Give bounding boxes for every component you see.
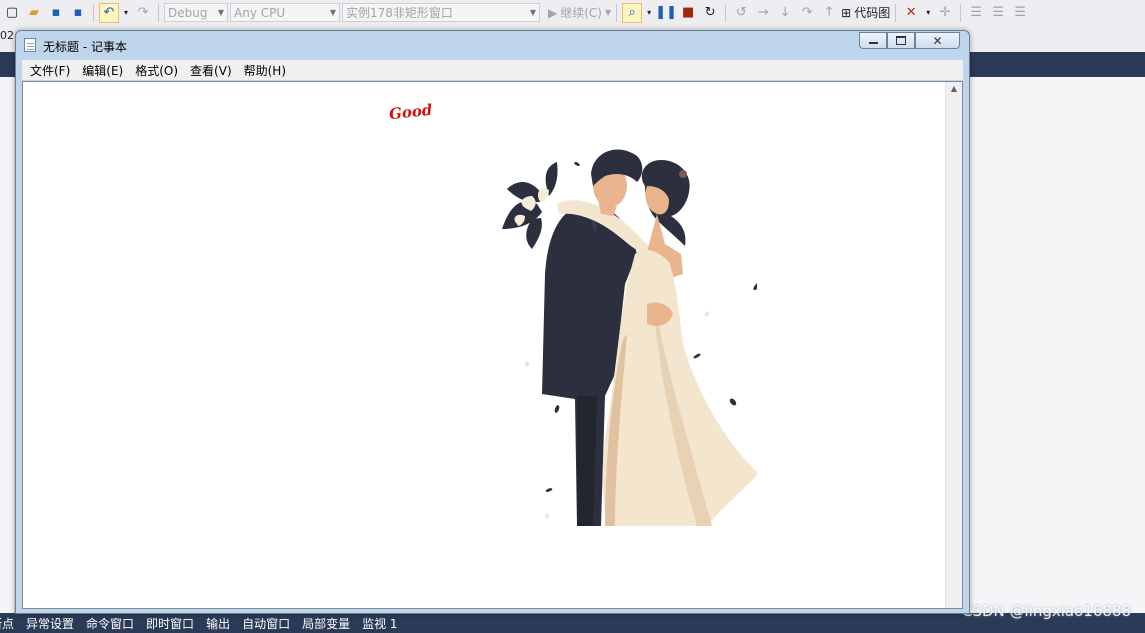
restart-icon[interactable]: ↻ [700, 3, 720, 23]
menu-edit[interactable]: 编辑(E) [76, 62, 129, 79]
minimize-button[interactable] [859, 32, 887, 49]
chevron-down-icon: ▼ [529, 8, 536, 17]
tab-breakpoints[interactable]: 断点 [0, 615, 14, 632]
solution-configuration-combo[interactable]: Debug ▼ [164, 3, 228, 22]
bride [602, 160, 757, 526]
tab-exception-settings[interactable]: 异常设置 [26, 615, 74, 632]
step-out-icon[interactable]: ↑ [819, 3, 839, 23]
align-right-icon[interactable]: ☰ [1010, 3, 1030, 23]
close-button[interactable]: ✕ [915, 32, 960, 49]
find-icon[interactable]: ⌕ [622, 2, 643, 23]
redo-icon[interactable]: ↷ [133, 3, 153, 23]
bouquet [502, 162, 558, 249]
vertical-scrollbar[interactable]: ▲ [945, 82, 962, 608]
tab-command-window[interactable]: 命令窗口 [86, 615, 134, 632]
open-folder-icon[interactable]: ▰ [24, 3, 44, 23]
separator [895, 3, 897, 22]
chevron-down-icon: ▼ [329, 8, 336, 17]
menu-help[interactable]: 帮助(H) [238, 62, 292, 79]
good-text: Good [388, 100, 434, 124]
code-map-label: 代码图 [854, 6, 891, 20]
step-back-icon[interactable]: ↷ [797, 3, 817, 23]
tab-output[interactable]: 输出 [206, 615, 230, 632]
minimize-icon [868, 42, 878, 44]
document-tab-stub[interactable]: 02 [0, 29, 16, 45]
watermark-text: CSDN @lingxiao16888 [961, 602, 1131, 620]
save-all-icon[interactable]: ▪ [68, 3, 88, 23]
separator [616, 3, 618, 22]
tab-immediate-window[interactable]: 即时窗口 [146, 615, 194, 632]
chevron-down-icon: ▼ [217, 8, 224, 17]
separator [158, 3, 159, 22]
find-dropdown-icon[interactable]: ▾ [644, 3, 654, 23]
pause-icon[interactable]: ❚❚ [655, 3, 677, 23]
step-into-icon[interactable]: ↓ [775, 3, 795, 23]
tab-locals[interactable]: 局部变量 [302, 615, 350, 632]
notepad-window: 无标题 - 记事本 ✕ 文件(F) 编辑(E) 格式(O) 查看(V) 帮助(H… [15, 30, 970, 614]
right-tool-panel [970, 77, 1145, 613]
chevron-down-icon: ▼ [604, 8, 612, 17]
window-title: 无标题 - 记事本 [43, 40, 127, 54]
show-next-statement-icon[interactable]: ↺ [731, 3, 751, 23]
align-left-icon[interactable]: ☰ [966, 3, 986, 23]
new-project-icon[interactable]: ▢ [2, 3, 22, 23]
exception-settings-icon[interactable]: ✕ [901, 3, 921, 23]
separator [725, 3, 727, 22]
tab-autos[interactable]: 自动窗口 [242, 615, 290, 632]
stop-icon[interactable]: ■ [678, 3, 698, 23]
separator [960, 3, 962, 22]
notepad-text-area[interactable]: Good ▲ [22, 81, 963, 609]
undo-icon[interactable]: ↶ [99, 2, 119, 23]
menu-format[interactable]: 格式(O) [129, 62, 184, 79]
notepad-app-icon[interactable] [24, 38, 36, 52]
exception-dropdown-icon[interactable]: ▾ [923, 3, 933, 23]
code-map-icon: ⊞ [841, 5, 852, 20]
add-breakpoint-icon[interactable]: ✛ [935, 3, 955, 23]
combo-value: Debug [168, 5, 208, 20]
continue-button[interactable]: ▶ 继续(C) ▼ [548, 4, 611, 21]
close-icon: ✕ [932, 33, 943, 48]
separator [93, 3, 94, 22]
combo-value: Any CPU [234, 5, 286, 20]
maximize-button[interactable] [887, 32, 915, 49]
save-icon[interactable]: ▪ [46, 3, 66, 23]
align-center-icon[interactable]: ☰ [988, 3, 1008, 23]
continue-label: 继续(C) [560, 6, 602, 20]
combo-value: 实例178非矩形窗口 [346, 6, 453, 20]
maximize-icon [896, 36, 906, 45]
solution-platform-combo[interactable]: Any CPU ▼ [230, 3, 340, 22]
notepad-titlebar[interactable]: 无标题 - 记事本 ✕ [16, 31, 969, 58]
menu-view[interactable]: 查看(V) [184, 62, 238, 79]
step-over-icon[interactable]: → [753, 3, 773, 23]
code-map-button[interactable]: ⊞ 代码图 [841, 4, 890, 21]
startup-project-combo[interactable]: 实例178非矩形窗口 ▼ [342, 3, 540, 22]
tab-watch-1[interactable]: 监视 1 [362, 615, 397, 632]
menu-file[interactable]: 文件(F) [24, 62, 76, 79]
undo-dropdown-icon[interactable]: ▾ [121, 3, 131, 23]
scroll-up-icon[interactable]: ▲ [946, 84, 962, 98]
vs-toolbar: ▢ ▰ ▪ ▪ ↶ ▾ ↷ Debug ▼ Any CPU ▼ 实例178非矩形窗口… [0, 0, 1145, 25]
editor-left-gutter [0, 77, 15, 613]
notepad-menubar: 文件(F) 编辑(E) 格式(O) 查看(V) 帮助(H) [22, 60, 963, 80]
wedding-couple-illustration [502, 149, 757, 526]
play-icon: ▶ [548, 5, 558, 20]
